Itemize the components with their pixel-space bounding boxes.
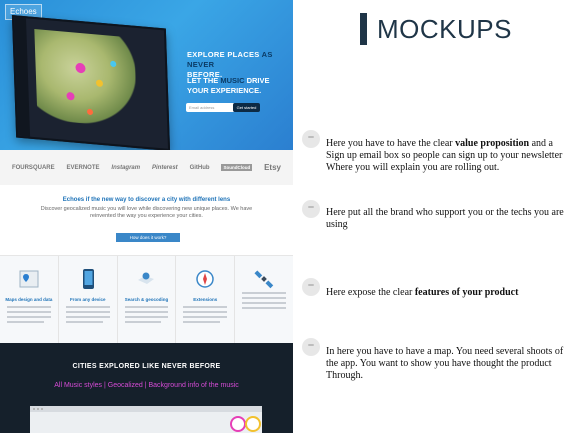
location-pin-icon <box>138 272 155 284</box>
how-it-works-button[interactable]: How does it work? <box>116 233 180 242</box>
instagram-logo: Instagram <box>111 164 141 171</box>
feature-title: From any device <box>69 297 106 302</box>
title-accent-bar <box>360 13 367 45</box>
evernote-logo: EVERNOTE <box>66 164 100 171</box>
feature-search: Search & geocoding <box>118 256 177 344</box>
github-logo: GitHub <box>189 164 210 171</box>
get-started-button[interactable]: Get started <box>233 103 260 112</box>
email-input[interactable]: Email address <box>186 103 235 112</box>
website-mockup: Echoes EXPLORE PLACES AS NEVER BEFORE. L… <box>0 0 293 433</box>
value-proposition-section: Echoes if the new way to discover a city… <box>0 185 293 255</box>
etsy-logo: Etsy <box>264 163 281 172</box>
note-features: Here expose the clear features of your p… <box>326 287 519 298</box>
browser-toolbar <box>30 406 262 412</box>
soundcloud-logo: SoundCloud <box>221 164 253 171</box>
feature-devices: From any device <box>59 256 118 344</box>
map-image <box>34 28 138 129</box>
feature-title: Maps design and data <box>5 297 53 302</box>
page-title: MOCKUPS <box>377 14 512 44</box>
avatar <box>302 200 320 218</box>
feature-satellite <box>235 256 293 344</box>
app-screen-image <box>11 15 171 151</box>
hero-section: Echoes EXPLORE PLACES AS NEVER BEFORE. L… <box>0 0 293 151</box>
map-icon <box>19 270 39 288</box>
cities-section: CITIES EXPLORED LIKE NEVER BEFORE All Mu… <box>0 343 293 433</box>
avatar <box>302 130 320 148</box>
feature-maps: Maps design and data <box>0 256 59 344</box>
note-brands: Here put all the brand who support you o… <box>326 207 564 230</box>
compass-icon <box>196 270 215 288</box>
feature-title: Extensions <box>193 297 218 302</box>
cities-subtitle: All Music styles | Geocalized | Backgrou… <box>54 382 239 389</box>
phone-icon <box>82 269 94 289</box>
value-body: Discover geocalized music you will love … <box>40 206 253 219</box>
feature-extensions: Extensions <box>176 256 236 344</box>
feature-title: Search & geocoding <box>124 297 169 302</box>
pinterest-logo: Pinterest <box>151 164 178 171</box>
cities-title: CITIES EXPLORED LIKE NEVER BEFORE <box>72 363 221 370</box>
satellite-icon <box>254 270 274 289</box>
foursquare-logo: FOURSQUARE <box>11 164 55 171</box>
avatar <box>302 278 320 296</box>
avatar <box>302 338 320 356</box>
value-heading: Echoes if the new way to discover a city… <box>62 197 231 203</box>
note-value-proposition: Here you have to have the clear value pr… <box>326 138 563 173</box>
features-section: Maps design and data From any device Sea… <box>0 255 293 344</box>
note-map: In here you have to have a map. You need… <box>326 346 564 381</box>
brand-logos-row: FOURSQUARE EVERNOTE Instagram Pinterest … <box>0 150 293 185</box>
browser-window-image <box>30 406 262 433</box>
hero-subheadline: LET THE MUSIC DRIVE YOUR EXPERIENCE. <box>187 76 270 95</box>
